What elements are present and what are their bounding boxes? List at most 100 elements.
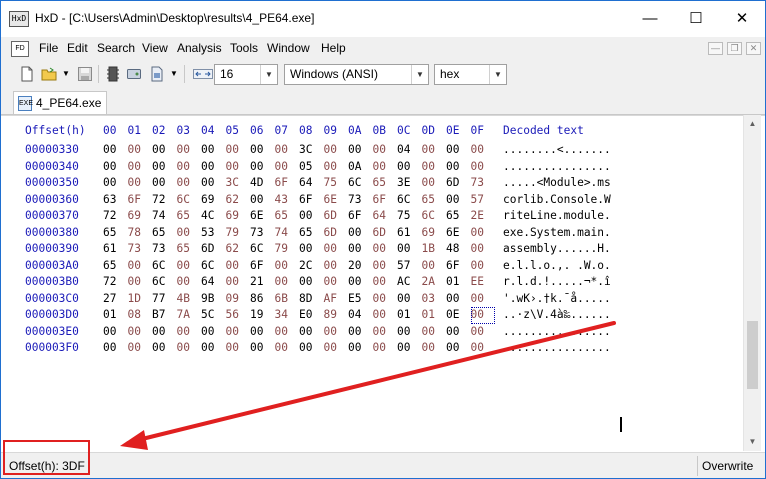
hex-byte[interactable]: 00 bbox=[128, 258, 153, 275]
hex-byte[interactable]: 65 bbox=[177, 208, 202, 225]
hex-byte[interactable]: 3C bbox=[299, 142, 324, 159]
hex-byte[interactable]: 8D bbox=[299, 291, 324, 308]
hex-byte[interactable]: 65 bbox=[446, 208, 471, 225]
hex-byte[interactable]: 00 bbox=[446, 324, 471, 341]
hex-byte[interactable]: 00 bbox=[324, 274, 349, 291]
hex-byte[interactable]: 74 bbox=[152, 208, 177, 225]
hex-byte[interactable]: 00 bbox=[422, 324, 447, 341]
hex-row[interactable]: 00000360 63 6F 72 6C 69 62 00 43 6F 6E 73 6F 6C 65 00 57… bbox=[25, 192, 611, 209]
hex-byte[interactable]: 65 bbox=[177, 241, 202, 258]
hex-byte[interactable]: 1B bbox=[422, 241, 447, 258]
hex-byte[interactable]: 00 bbox=[324, 241, 349, 258]
decoded-text[interactable]: .....<Module>.ms bbox=[503, 175, 611, 192]
hex-byte[interactable]: 00 bbox=[373, 241, 398, 258]
save-icon[interactable] bbox=[77, 66, 93, 82]
hex-byte[interactable]: 00 bbox=[446, 142, 471, 159]
hex-byte[interactable]: 00 bbox=[397, 241, 422, 258]
menu-search[interactable]: Search bbox=[97, 41, 135, 55]
hex-byte[interactable]: 00 bbox=[226, 274, 251, 291]
document-system-menu-icon[interactable]: FD bbox=[11, 41, 29, 57]
decoded-text[interactable]: ................ bbox=[503, 159, 611, 176]
bytes-per-row-select[interactable]: 16 ▼ bbox=[214, 64, 278, 85]
hex-byte[interactable]: 20 bbox=[348, 258, 373, 275]
hex-byte[interactable]: 00 bbox=[373, 291, 398, 308]
hex-byte[interactable]: 6D bbox=[201, 241, 226, 258]
hex-byte[interactable]: 00 bbox=[201, 175, 226, 192]
hex-byte[interactable]: 00 bbox=[275, 159, 300, 176]
hex-byte[interactable]: 00 bbox=[397, 291, 422, 308]
hex-byte[interactable]: 0A bbox=[348, 159, 373, 176]
hex-byte[interactable]: 73 bbox=[128, 241, 153, 258]
hex-byte[interactable]: 6C bbox=[152, 258, 177, 275]
charset-select[interactable]: Windows (ANSI) ▼ bbox=[284, 64, 429, 85]
hex-byte[interactable]: 00 bbox=[470, 307, 495, 324]
hex-byte[interactable]: 69 bbox=[128, 208, 153, 225]
hex-byte[interactable]: 56 bbox=[226, 307, 251, 324]
hex-byte[interactable]: B7 bbox=[152, 307, 177, 324]
hex-byte[interactable]: 64 bbox=[201, 274, 226, 291]
hex-byte[interactable]: 00 bbox=[471, 142, 496, 159]
decoded-text[interactable]: r.l.d.!.....¬*.î bbox=[503, 274, 611, 291]
hex-byte[interactable]: 00 bbox=[422, 142, 447, 159]
hex-byte[interactable]: 05 bbox=[299, 159, 324, 176]
hex-byte[interactable]: 7A bbox=[177, 307, 202, 324]
hex-byte[interactable]: 6C bbox=[422, 208, 447, 225]
hex-row[interactable]: 000003D0 01 08 B7 7A 5C 56 19 34 E0 89 04 00 01 01 0E 00… bbox=[25, 307, 611, 324]
hex-byte[interactable]: 00 bbox=[324, 142, 349, 159]
hex-byte[interactable]: 00 bbox=[471, 324, 496, 341]
hex-byte[interactable]: 00 bbox=[128, 142, 153, 159]
menu-analysis[interactable]: Analysis bbox=[177, 41, 222, 55]
hex-byte[interactable]: 00 bbox=[446, 192, 471, 209]
hex-byte[interactable]: 65 bbox=[373, 175, 398, 192]
title-bar[interactable]: HxD HxD - [C:\Users\Admin\Desktop\result… bbox=[1, 1, 765, 37]
hex-byte[interactable]: 6C bbox=[250, 241, 275, 258]
menu-file[interactable]: File bbox=[39, 41, 58, 55]
hex-byte[interactable]: 00 bbox=[226, 340, 251, 357]
decoded-text[interactable]: ..·z\V.4à‰...... bbox=[503, 307, 611, 324]
hex-byte[interactable]: 61 bbox=[397, 225, 422, 242]
hex-byte[interactable]: 00 bbox=[201, 159, 226, 176]
hex-byte[interactable]: 00 bbox=[422, 258, 447, 275]
hex-byte[interactable]: 65 bbox=[299, 225, 324, 242]
hex-byte[interactable]: 00 bbox=[471, 159, 496, 176]
hex-byte[interactable]: 00 bbox=[373, 324, 398, 341]
hex-byte[interactable]: 00 bbox=[348, 241, 373, 258]
hex-byte[interactable]: 00 bbox=[471, 225, 496, 242]
hex-byte[interactable]: 00 bbox=[471, 241, 496, 258]
hex-byte[interactable]: 00 bbox=[152, 159, 177, 176]
hex-byte[interactable]: 65 bbox=[103, 258, 128, 275]
hex-byte[interactable]: 08 bbox=[128, 307, 153, 324]
hex-byte[interactable]: 00 bbox=[324, 340, 349, 357]
hex-byte[interactable]: 00 bbox=[299, 241, 324, 258]
scrollbar-thumb[interactable] bbox=[747, 321, 758, 389]
hex-byte[interactable]: 00 bbox=[324, 324, 349, 341]
close-button[interactable]: ✕ bbox=[719, 1, 765, 37]
hex-byte[interactable]: 00 bbox=[226, 324, 251, 341]
hex-row[interactable]: 000003A0 65 00 6C 00 6C 00 6F 00 2C 00 20 00 57 00 6F 00… bbox=[25, 258, 611, 275]
hex-byte[interactable]: 5C bbox=[201, 307, 226, 324]
hex-byte[interactable]: 1D bbox=[128, 291, 153, 308]
file-dropdown-icon[interactable]: ▼ bbox=[169, 66, 179, 82]
hex-byte[interactable]: 2A bbox=[422, 274, 447, 291]
hex-byte[interactable]: 00 bbox=[348, 324, 373, 341]
tab-4-pe64-exe[interactable]: EXE 4_PE64.exe bbox=[13, 91, 107, 114]
hex-byte[interactable]: 00 bbox=[299, 274, 324, 291]
hex-byte[interactable]: 00 bbox=[299, 340, 324, 357]
hex-byte[interactable]: 6C bbox=[348, 175, 373, 192]
hex-byte[interactable]: 69 bbox=[201, 192, 226, 209]
hex-byte[interactable]: 00 bbox=[152, 340, 177, 357]
hex-byte[interactable]: 53 bbox=[201, 225, 226, 242]
hex-byte[interactable]: 61 bbox=[103, 241, 128, 258]
hex-byte[interactable]: 0E bbox=[446, 307, 471, 324]
hex-byte[interactable]: 00 bbox=[128, 175, 153, 192]
hex-byte[interactable]: 48 bbox=[446, 241, 471, 258]
hex-byte[interactable]: 00 bbox=[373, 142, 398, 159]
hex-byte[interactable]: 4B bbox=[177, 291, 202, 308]
hex-byte[interactable]: 00 bbox=[226, 142, 251, 159]
hex-byte[interactable]: 03 bbox=[422, 291, 447, 308]
hex-byte[interactable]: 6D bbox=[446, 175, 471, 192]
hex-byte[interactable]: 00 bbox=[471, 340, 496, 357]
hex-byte[interactable]: 43 bbox=[275, 192, 300, 209]
hex-byte[interactable]: 57 bbox=[397, 258, 422, 275]
maximize-button[interactable]: ☐ bbox=[673, 1, 719, 37]
